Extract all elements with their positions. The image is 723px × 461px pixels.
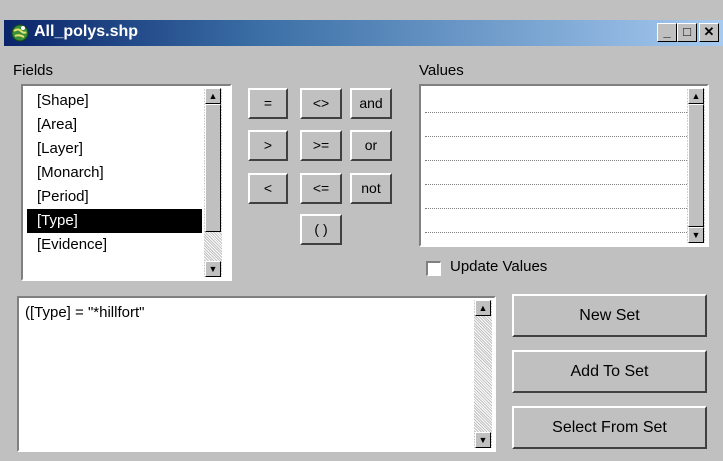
expression-scrollbar[interactable]: ▲ ▼ — [474, 300, 492, 448]
operator-less-equal-button[interactable]: <= — [300, 173, 342, 204]
operator-greater-button[interactable]: > — [248, 130, 288, 161]
field-item-evidence[interactable]: [Evidence] — [27, 233, 202, 257]
values-row-divider — [425, 232, 687, 233]
minimize-button[interactable]: _ — [657, 23, 677, 42]
update-values-checkbox[interactable] — [426, 261, 441, 276]
scroll-down-icon[interactable]: ▼ — [205, 261, 221, 277]
window-title: All_polys.shp — [34, 23, 139, 40]
field-item-layer[interactable]: [Layer] — [27, 137, 202, 161]
operator-greater-equal-button[interactable]: >= — [300, 130, 342, 161]
field-item-type[interactable]: [Type] — [27, 209, 202, 233]
values-scroll-thumb[interactable] — [688, 104, 704, 227]
scroll-up-icon[interactable]: ▲ — [205, 88, 221, 104]
values-row-divider — [425, 112, 687, 113]
scroll-up-icon[interactable]: ▲ — [688, 88, 704, 104]
field-item-area[interactable]: [Area] — [27, 113, 202, 137]
values-row-divider — [425, 136, 687, 137]
maximize-button[interactable]: □ — [677, 23, 697, 42]
values-row-divider — [425, 208, 687, 209]
add-to-set-button[interactable]: Add To Set — [512, 350, 707, 393]
field-item-shape[interactable]: [Shape] — [27, 89, 202, 113]
values-row-divider — [425, 184, 687, 185]
fields-scrollbar[interactable]: ▲ ▼ — [204, 88, 222, 277]
maximize-icon: □ — [683, 24, 691, 39]
expression-textarea[interactable]: ([Type] = "*hillfort" ▲ ▼ — [17, 296, 496, 452]
fields-list[interactable]: [Shape] [Area] [Layer] [Monarch] [Period… — [21, 84, 232, 281]
close-icon: ✕ — [703, 24, 715, 39]
scroll-up-icon[interactable]: ▲ — [475, 300, 491, 316]
values-list[interactable]: ▲ ▼ — [419, 84, 709, 247]
expression-text: ([Type] = "*hillfort" — [25, 304, 145, 321]
values-row-divider — [425, 160, 687, 161]
operator-less-button[interactable]: < — [248, 173, 288, 204]
operator-and-button[interactable]: and — [350, 88, 392, 119]
scroll-down-icon[interactable]: ▼ — [475, 432, 491, 448]
select-from-set-button[interactable]: Select From Set — [512, 406, 707, 449]
scroll-down-icon[interactable]: ▼ — [688, 227, 704, 243]
operator-or-button[interactable]: or — [350, 130, 392, 161]
close-button[interactable]: ✕ — [699, 23, 719, 42]
minimize-icon: _ — [663, 24, 671, 39]
operator-not-equals-button[interactable]: <> — [300, 88, 342, 119]
title-bar[interactable]: All_polys.shp _ □ ✕ — [4, 20, 723, 46]
fields-label: Fields — [13, 62, 54, 79]
field-item-monarch[interactable]: [Monarch] — [27, 161, 202, 185]
fields-scroll-thumb[interactable] — [205, 104, 221, 232]
field-item-period[interactable]: [Period] — [27, 185, 202, 209]
operator-parentheses-button[interactable]: ( ) — [300, 214, 342, 245]
new-set-button[interactable]: New Set — [512, 294, 707, 337]
arcview-globe-icon — [11, 24, 29, 42]
values-scrollbar[interactable]: ▲ ▼ — [687, 88, 705, 243]
update-values-label: Update Values — [450, 258, 548, 275]
operator-equals-button[interactable]: = — [248, 88, 288, 119]
values-label: Values — [419, 62, 464, 79]
operator-not-button[interactable]: not — [350, 173, 392, 204]
query-builder-window: All_polys.shp _ □ ✕ Fields [Shape] [Area… — [0, 0, 723, 461]
